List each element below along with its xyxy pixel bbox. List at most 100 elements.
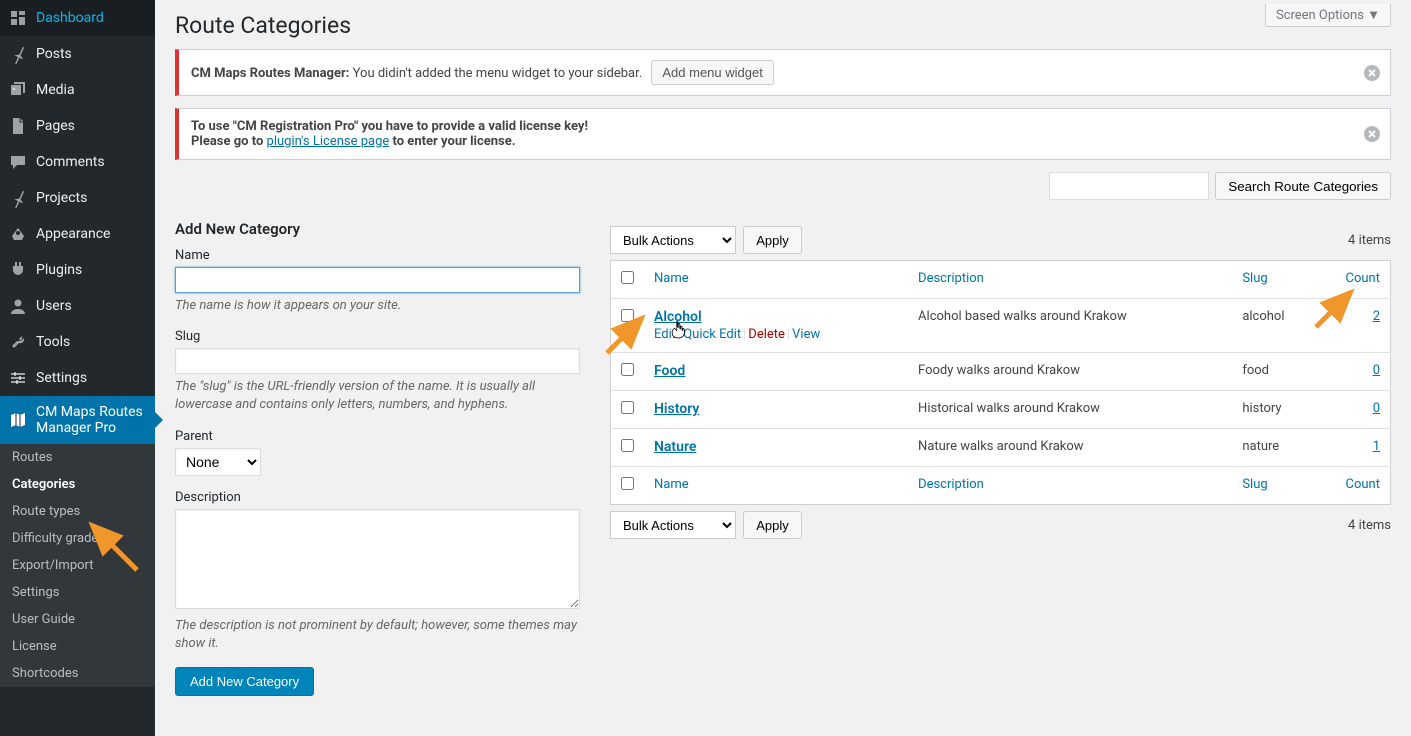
row-count-link[interactable]: 1 [1373, 439, 1380, 454]
menu-item-tools[interactable]: Tools [0, 324, 155, 360]
appearance-icon [8, 224, 28, 244]
menu-item-plugins[interactable]: Plugins [0, 252, 155, 288]
license-page-link[interactable]: plugin's License page [267, 134, 390, 149]
table-row: HistoryHistorical walks around Krakowhis… [611, 391, 1391, 429]
description-textarea[interactable] [175, 509, 580, 609]
row-description: Historical walks around Krakow [908, 391, 1232, 429]
row-slug: food [1232, 353, 1320, 391]
menu-item-cm-maps-routes-manager-pro[interactable]: CM Maps Routes Manager Pro [0, 396, 155, 444]
add-category-button[interactable]: Add New Category [175, 667, 314, 696]
menu-item-media[interactable]: Media [0, 72, 155, 108]
menu-label: Posts [36, 46, 72, 62]
row-title-link[interactable]: Nature [654, 439, 696, 455]
quick-edit-link[interactable]: Quick Edit [683, 327, 741, 342]
submenu-item-routes[interactable]: Routes [0, 444, 155, 471]
bulk-actions-select-top[interactable]: Bulk Actions [610, 226, 736, 254]
submenu-item-categories[interactable]: Categories [0, 471, 155, 498]
name-label: Name [175, 248, 580, 263]
row-count-link[interactable]: 2 [1373, 309, 1380, 324]
bulk-actions-select-bottom[interactable]: Bulk Actions [610, 511, 736, 539]
row-title-link[interactable]: Food [654, 363, 685, 379]
row-description: Alcohol based walks around Krakow [908, 299, 1232, 353]
category-list: Bulk Actions Apply 4 items Name Descript… [610, 220, 1391, 696]
col-slug[interactable]: Slug [1232, 467, 1320, 505]
notice-license: To use "CM Registration Pro" you have to… [175, 108, 1391, 160]
menu-item-settings[interactable]: Settings [0, 360, 155, 396]
menu-item-posts[interactable]: Posts [0, 36, 155, 72]
slug-hint: The "slug" is the URL-friendly version o… [175, 378, 580, 414]
settings-icon [8, 368, 28, 388]
row-actions: Edit|Quick Edit|Delete|View [654, 327, 898, 342]
apply-button-top[interactable]: Apply [743, 226, 802, 254]
menu-item-projects[interactable]: Projects [0, 180, 155, 216]
row-checkbox[interactable] [621, 309, 634, 322]
screen-options-toggle[interactable]: Screen Options ▼ [1265, 4, 1391, 27]
apply-button-bottom[interactable]: Apply [743, 511, 802, 539]
row-checkbox[interactable] [621, 401, 634, 414]
menu-item-comments[interactable]: Comments [0, 144, 155, 180]
search-input[interactable] [1049, 172, 1209, 200]
content-area: Screen Options ▼ Route Categories CM Map… [155, 0, 1411, 736]
select-all-bottom[interactable] [621, 477, 634, 490]
submenu-item-route-types[interactable]: Route types [0, 498, 155, 525]
col-description[interactable]: Description [908, 261, 1232, 299]
menu-label: Media [36, 82, 75, 98]
row-description: Foody walks around Krakow [908, 353, 1232, 391]
row-checkbox[interactable] [621, 363, 634, 376]
col-description[interactable]: Description [908, 467, 1232, 505]
plugin-icon [8, 260, 28, 280]
menu-item-appearance[interactable]: Appearance [0, 216, 155, 252]
menu-item-users[interactable]: Users [0, 288, 155, 324]
dismiss-notice-icon[interactable] [1362, 63, 1382, 83]
slug-input[interactable] [175, 348, 580, 374]
form-heading: Add New Category [175, 220, 580, 238]
col-count[interactable]: Count [1321, 261, 1391, 299]
description-label: Description [175, 490, 580, 505]
menu-label: Appearance [36, 226, 110, 242]
select-all-top[interactable] [621, 271, 634, 284]
row-count-link[interactable]: 0 [1373, 363, 1380, 378]
parent-label: Parent [175, 429, 580, 444]
add-menu-widget-button[interactable]: Add menu widget [651, 60, 773, 85]
row-slug: alcohol [1232, 299, 1320, 353]
menu-item-dashboard[interactable]: Dashboard [0, 0, 155, 36]
row-description: Nature walks around Krakow [908, 429, 1232, 467]
add-category-form: Add New Category Name The name is how it… [175, 220, 580, 696]
submenu-item-settings[interactable]: Settings [0, 579, 155, 606]
col-name[interactable]: Name [644, 467, 908, 505]
menu-label: Projects [36, 190, 87, 206]
col-slug[interactable]: Slug [1232, 261, 1320, 299]
map-icon [8, 410, 28, 430]
submenu-item-license[interactable]: License [0, 633, 155, 660]
delete-link[interactable]: Delete [748, 327, 785, 342]
menu-label: Plugins [36, 262, 82, 278]
notice-strong: CM Maps Routes Manager: [191, 66, 349, 81]
name-input[interactable] [175, 267, 580, 293]
dismiss-notice-icon[interactable] [1362, 124, 1382, 144]
col-count[interactable]: Count [1321, 467, 1391, 505]
submenu-item-user-guide[interactable]: User Guide [0, 606, 155, 633]
row-checkbox[interactable] [621, 439, 634, 452]
dashboard-icon [8, 8, 28, 28]
row-count-link[interactable]: 0 [1373, 401, 1380, 416]
menu-label: Comments [36, 154, 105, 170]
menu-label: Settings [36, 370, 87, 386]
slug-label: Slug [175, 329, 580, 344]
parent-select[interactable]: None [175, 448, 261, 476]
submenu-item-export-import[interactable]: Export/Import [0, 552, 155, 579]
view-link[interactable]: View [792, 327, 820, 342]
col-name[interactable]: Name [644, 261, 908, 299]
row-title-link[interactable]: History [654, 401, 699, 417]
table-row: NatureNature walks around Krakownature1 [611, 429, 1391, 467]
edit-link[interactable]: Edit [654, 327, 676, 342]
table-row: Food Foody walks around Krakowfood 0 [611, 353, 1391, 391]
submenu-item-shortcodes[interactable]: Shortcodes [0, 660, 155, 687]
search-button[interactable]: Search Route Categories [1215, 172, 1391, 200]
menu-label: Tools [36, 334, 70, 350]
categories-table: Name Description Slug Count Alcohol Edit|… [610, 260, 1391, 505]
tools-icon [8, 332, 28, 352]
pin-icon [8, 188, 28, 208]
menu-item-pages[interactable]: Pages [0, 108, 155, 144]
submenu-item-difficulty-grades[interactable]: Difficulty grades [0, 525, 155, 552]
row-title-link[interactable]: Alcohol [654, 309, 702, 325]
